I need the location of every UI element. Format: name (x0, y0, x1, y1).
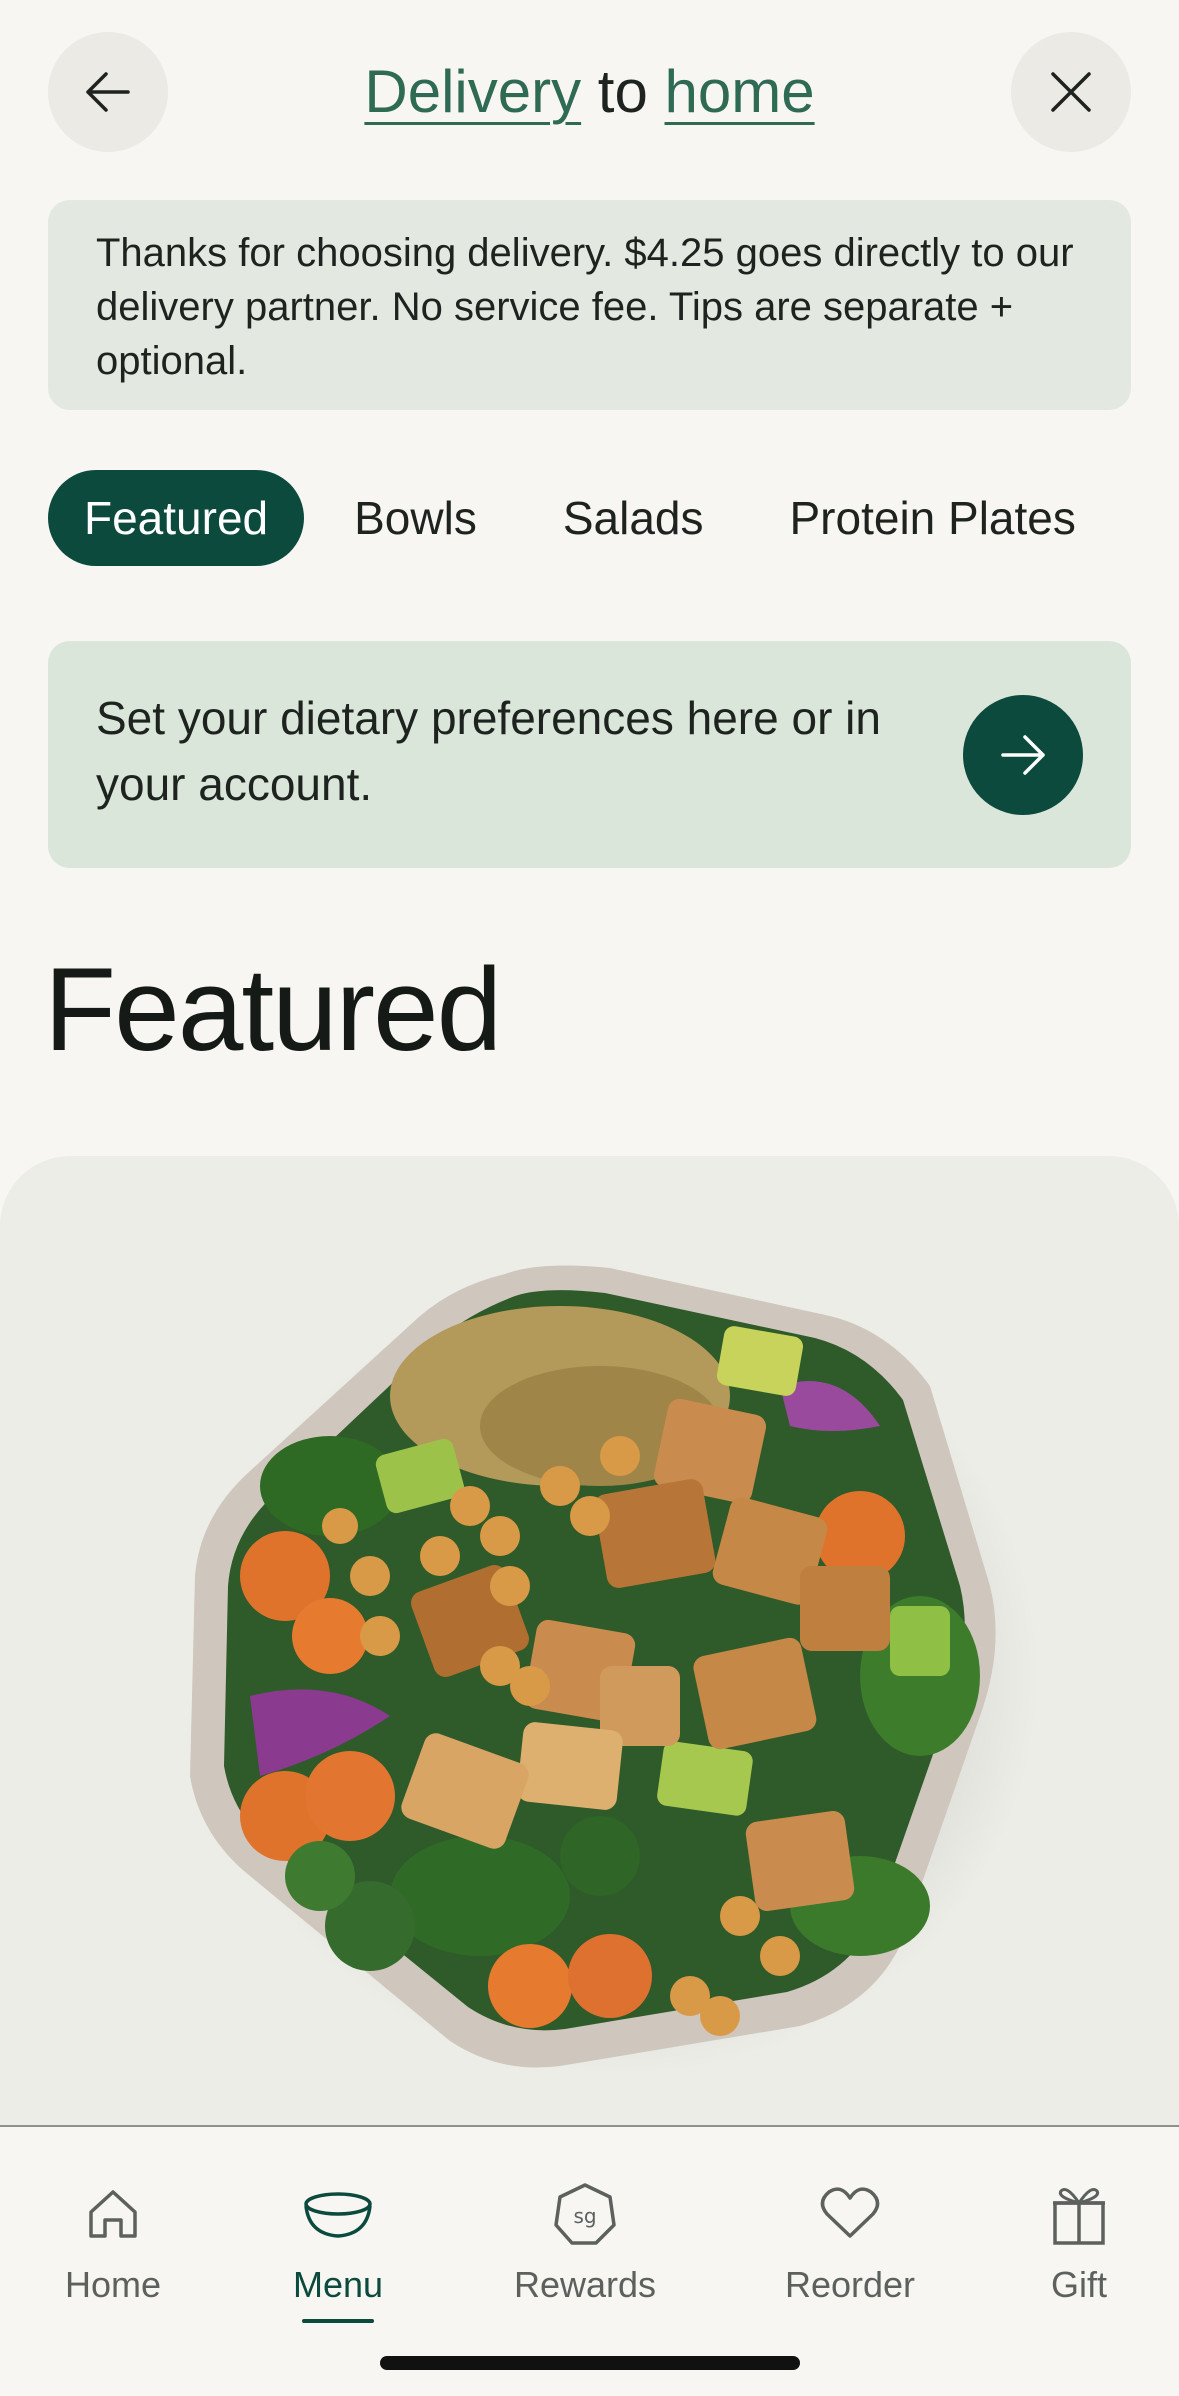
nav-item-gift[interactable]: Gift (979, 2179, 1179, 2307)
rewards-badge-text: sg (573, 2204, 596, 2228)
nav-label-reorder: Reorder (784, 2264, 916, 2305)
nav-label-rewards: Rewards (513, 2264, 657, 2305)
nav-label-gift: Gift (1050, 2264, 1107, 2305)
tab-protein-plates[interactable]: Protein Plates (754, 470, 1112, 566)
delivery-fee-notice: Thanks for choosing delivery. $4.25 goes… (48, 200, 1131, 410)
section-title: Featured (44, 944, 502, 1076)
heart-icon (820, 2187, 880, 2238)
active-tab-indicator (302, 2319, 374, 2323)
nav-item-rewards[interactable]: sg Rewards (485, 2179, 685, 2307)
nav-label-home: Home (64, 2264, 162, 2305)
bowl-icon (304, 2192, 372, 2238)
nav-item-home[interactable]: Home (13, 2179, 213, 2307)
nav-label-menu: Menu (292, 2264, 384, 2305)
featured-item-card[interactable] (0, 1156, 1179, 2126)
close-icon (1051, 72, 1091, 112)
menu-screen: Delivery to home Thanks for choosing del… (0, 0, 1179, 2396)
dietary-preferences-text: Set your dietary preferences here or in … (96, 692, 881, 810)
header-connector-text: to (597, 58, 648, 125)
delivery-address-link[interactable]: home (665, 58, 815, 125)
nav-item-menu[interactable]: Menu (238, 2179, 438, 2323)
gift-icon (1053, 2188, 1105, 2245)
arrow-right-icon (1001, 735, 1045, 775)
dietary-preferences-button[interactable] (963, 695, 1083, 815)
home-icon (89, 2190, 137, 2238)
category-tabs: Featured Bowls Salads Protein Plates (48, 470, 1126, 566)
tab-bowls[interactable]: Bowls (318, 470, 513, 566)
delivery-header: Delivery to home (0, 52, 1179, 132)
home-indicator[interactable] (380, 2356, 800, 2370)
close-button[interactable] (1011, 32, 1131, 152)
tab-featured[interactable]: Featured (48, 470, 305, 566)
delivery-mode-link[interactable]: Delivery (364, 58, 581, 125)
nav-item-reorder[interactable]: Reorder (750, 2179, 950, 2307)
dietary-preferences-banner[interactable]: Set your dietary preferences here or in … (48, 641, 1131, 868)
tab-salads[interactable]: Salads (527, 470, 740, 566)
sg-rewards-icon: sg (554, 2183, 616, 2245)
salad-bowl-image (190, 1265, 1040, 2076)
